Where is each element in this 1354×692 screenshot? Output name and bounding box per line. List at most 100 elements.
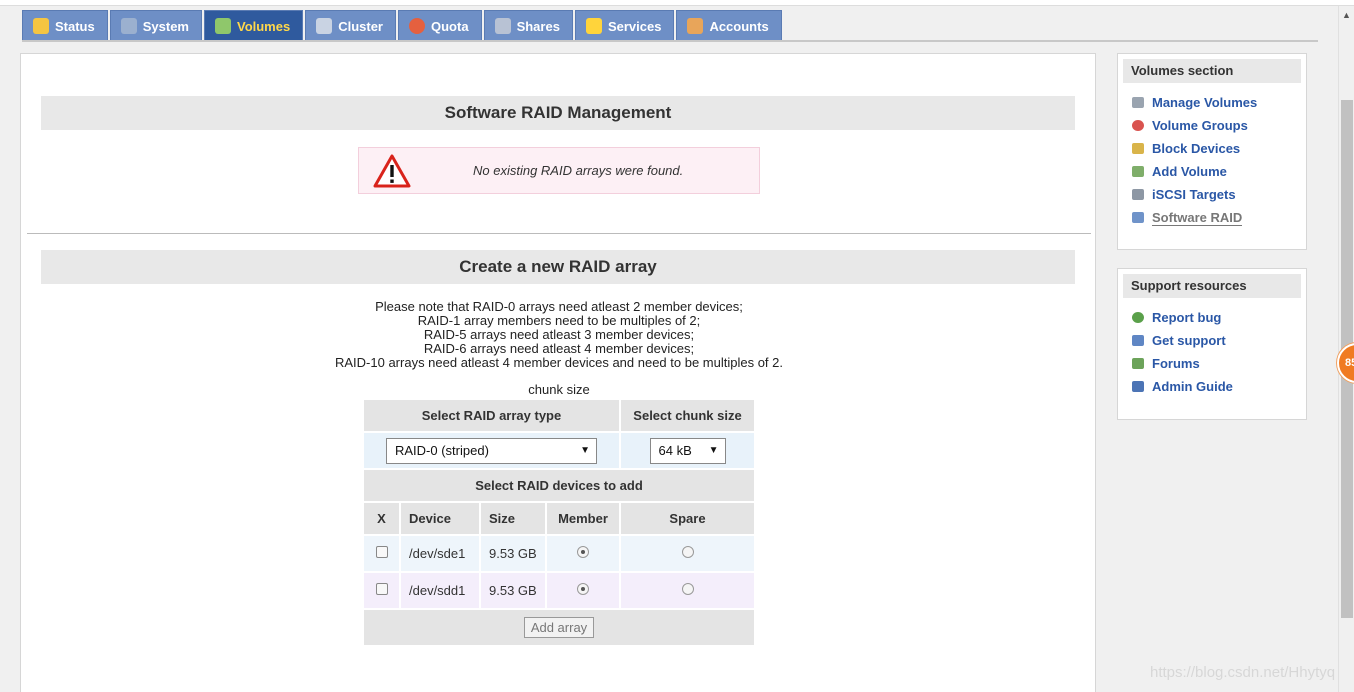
tab-label: Accounts: [709, 18, 769, 34]
note-line: Please note that RAID-0 arrays need atle…: [375, 299, 743, 314]
chunk-size-value: 64 kB: [658, 443, 692, 458]
tab-status[interactable]: Status: [22, 10, 108, 41]
tab-cluster[interactable]: Cluster: [305, 10, 396, 41]
nav-link-report-bug[interactable]: Report bug: [1132, 306, 1306, 329]
raid-type-header: Select RAID array type: [364, 400, 619, 431]
link-label[interactable]: Block Devices: [1152, 141, 1240, 156]
link-label[interactable]: Volume Groups: [1152, 118, 1248, 133]
note-line: RAID-10 arrays need atleast 4 member dev…: [334, 355, 784, 370]
col-device-header: Device: [401, 503, 479, 534]
link-label[interactable]: Manage Volumes: [1152, 95, 1257, 110]
support-resources-box: Support resources Report bug Get support…: [1117, 268, 1307, 420]
nav-link-iscsi-targets[interactable]: iSCSI Targets: [1132, 183, 1306, 206]
volumes-section-box: Volumes section Manage Volumes Volume Gr…: [1117, 53, 1307, 250]
device-size: 9.53 GB: [481, 573, 545, 608]
lightning-icon: [585, 18, 602, 34]
raid-type-select[interactable]: RAID-0 (striped) ▼: [386, 437, 597, 464]
note-line: RAID-5 arrays need atleast 3 member devi…: [423, 327, 695, 342]
raid-type-value: RAID-0 (striped): [395, 443, 489, 458]
link-label[interactable]: Admin Guide: [1152, 379, 1233, 394]
table-row: /dev/sde1 9.53 GB: [364, 536, 754, 571]
nav-link-software-raid[interactable]: Software RAID: [1132, 206, 1306, 229]
tab-accounts[interactable]: Accounts: [676, 10, 782, 41]
scroll-up-icon[interactable]: ▲: [1342, 10, 1351, 20]
col-spare-header: Spare: [621, 503, 754, 534]
monitor-icon: [120, 18, 137, 34]
sun-icon: [33, 18, 49, 34]
main-content-panel: Software RAID Management No existing RAI…: [20, 53, 1096, 692]
devices-header: Select RAID devices to add: [364, 470, 754, 501]
create-array-heading: Create a new RAID array: [41, 250, 1075, 284]
nav-link-get-support[interactable]: Get support: [1132, 329, 1306, 352]
col-member-header: Member: [547, 503, 619, 534]
dropdown-arrow-icon: ▼: [580, 445, 590, 456]
warning-icon: [373, 154, 411, 187]
note-line: RAID-6 arrays need atleast 4 member devi…: [423, 341, 695, 356]
volumes-section-title: Volumes section: [1123, 59, 1301, 83]
tab-services[interactable]: Services: [574, 10, 675, 41]
tab-label: Cluster: [338, 18, 383, 34]
link-label[interactable]: Forums: [1152, 356, 1200, 371]
tab-underline: [22, 40, 1318, 42]
tab-label: System: [142, 18, 189, 34]
device-checkbox[interactable]: [375, 546, 388, 558]
users-icon: [687, 18, 704, 34]
block-device-icon: [1132, 143, 1144, 154]
member-radio[interactable]: [577, 546, 589, 558]
tab-system[interactable]: System: [109, 10, 202, 41]
book-icon: [1132, 381, 1144, 392]
link-label[interactable]: Get support: [1152, 333, 1226, 348]
note-line: RAID-1 array members need to be multiple…: [417, 313, 701, 328]
support-resources-title: Support resources: [1123, 274, 1301, 298]
support-icon: [1132, 335, 1144, 346]
raid-management-heading: Software RAID Management: [41, 96, 1075, 130]
chunk-size-header: Select chunk size: [621, 400, 754, 431]
no-arrays-alert: No existing RAID arrays were found.: [358, 147, 760, 194]
watermark: https://blog.csdn.net/Hhytyq: [1150, 664, 1336, 681]
drive-icon: [1132, 97, 1144, 108]
nav-link-manage-volumes[interactable]: Manage Volumes: [1132, 91, 1306, 114]
create-raid-form: Select RAID array type Select chunk size…: [362, 398, 756, 647]
tab-label: Status: [55, 18, 95, 34]
section-divider: [27, 233, 1091, 234]
tab-label: Services: [607, 18, 662, 34]
nav-link-forums[interactable]: Forums: [1132, 352, 1306, 375]
forums-icon: [1132, 358, 1144, 369]
main-nav-tabs: Status System Volumes Cluster Quota Shar…: [22, 10, 784, 41]
disk-icon: [214, 18, 231, 34]
tab-quota[interactable]: Quota: [398, 10, 482, 41]
table-row: /dev/sdd1 9.53 GB: [364, 573, 754, 608]
device-checkbox[interactable]: [375, 583, 388, 595]
link-label[interactable]: Report bug: [1152, 310, 1221, 325]
device-size: 9.53 GB: [481, 536, 545, 571]
col-size-header: Size: [481, 503, 545, 534]
bug-icon: [1132, 312, 1144, 323]
spare-radio[interactable]: [681, 546, 694, 558]
server-icon: [494, 18, 511, 34]
iscsi-icon: [1132, 189, 1144, 200]
tab-shares[interactable]: Shares: [483, 10, 573, 41]
nav-link-admin-guide[interactable]: Admin Guide: [1132, 375, 1306, 398]
link-label[interactable]: iSCSI Targets: [1152, 187, 1236, 202]
nav-link-block-devices[interactable]: Block Devices: [1132, 137, 1306, 160]
raid-requirements-note: Please note that RAID-0 arrays need atle…: [21, 300, 1097, 370]
add-array-button[interactable]: Add array: [523, 617, 595, 638]
member-radio[interactable]: [577, 583, 589, 595]
nav-link-volume-groups[interactable]: Volume Groups: [1132, 114, 1306, 137]
add-drive-icon: [1132, 166, 1144, 177]
dropdown-arrow-icon: ▼: [708, 445, 719, 456]
tab-label: Shares: [516, 18, 560, 34]
nav-link-add-volume[interactable]: Add Volume: [1132, 160, 1306, 183]
device-name: /dev/sdd1: [401, 573, 479, 608]
spare-radio[interactable]: [681, 583, 694, 595]
link-label[interactable]: Add Volume: [1152, 164, 1227, 179]
volume-groups-icon: [1132, 120, 1144, 131]
link-label[interactable]: Software RAID: [1152, 210, 1243, 226]
tab-label: Volumes: [236, 18, 291, 34]
cluster-icon: [316, 18, 333, 34]
tab-volumes[interactable]: Volumes: [203, 10, 304, 41]
chunk-size-select[interactable]: 64 kB ▼: [649, 437, 726, 464]
tab-label: Quota: [431, 18, 469, 34]
raid-icon: [1132, 212, 1144, 223]
device-name: /dev/sde1: [401, 536, 479, 571]
